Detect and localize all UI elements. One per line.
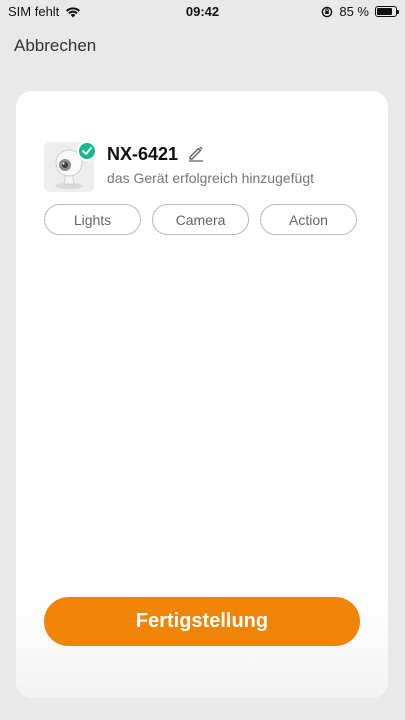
device-row: NX-6421 das Gerät erfolgreich hinzugefüg… bbox=[44, 141, 368, 192]
device-added-card: NX-6421 das Gerät erfolgreich hinzugefüg… bbox=[16, 91, 388, 698]
battery-percent: 85 % bbox=[339, 4, 369, 19]
edit-icon[interactable] bbox=[187, 144, 205, 167]
chip-lights[interactable]: Lights bbox=[44, 204, 141, 235]
check-icon bbox=[77, 141, 97, 161]
orientation-lock-icon bbox=[321, 6, 333, 18]
battery-level-fill bbox=[377, 8, 393, 15]
cancel-button[interactable]: Abbrechen bbox=[14, 36, 96, 56]
battery-icon bbox=[375, 6, 399, 17]
room-chips: Lights Camera Action bbox=[44, 204, 357, 235]
finish-button[interactable]: Fertigstellung bbox=[44, 597, 360, 646]
status-bar: SIM fehlt 09:42 85 % bbox=[0, 0, 405, 24]
chip-camera[interactable]: Camera bbox=[152, 204, 249, 235]
device-status-text: das Gerät erfolgreich hinzugefügt bbox=[107, 170, 315, 186]
device-name: NX-6421 bbox=[107, 144, 179, 164]
chip-action[interactable]: Action bbox=[260, 204, 357, 235]
